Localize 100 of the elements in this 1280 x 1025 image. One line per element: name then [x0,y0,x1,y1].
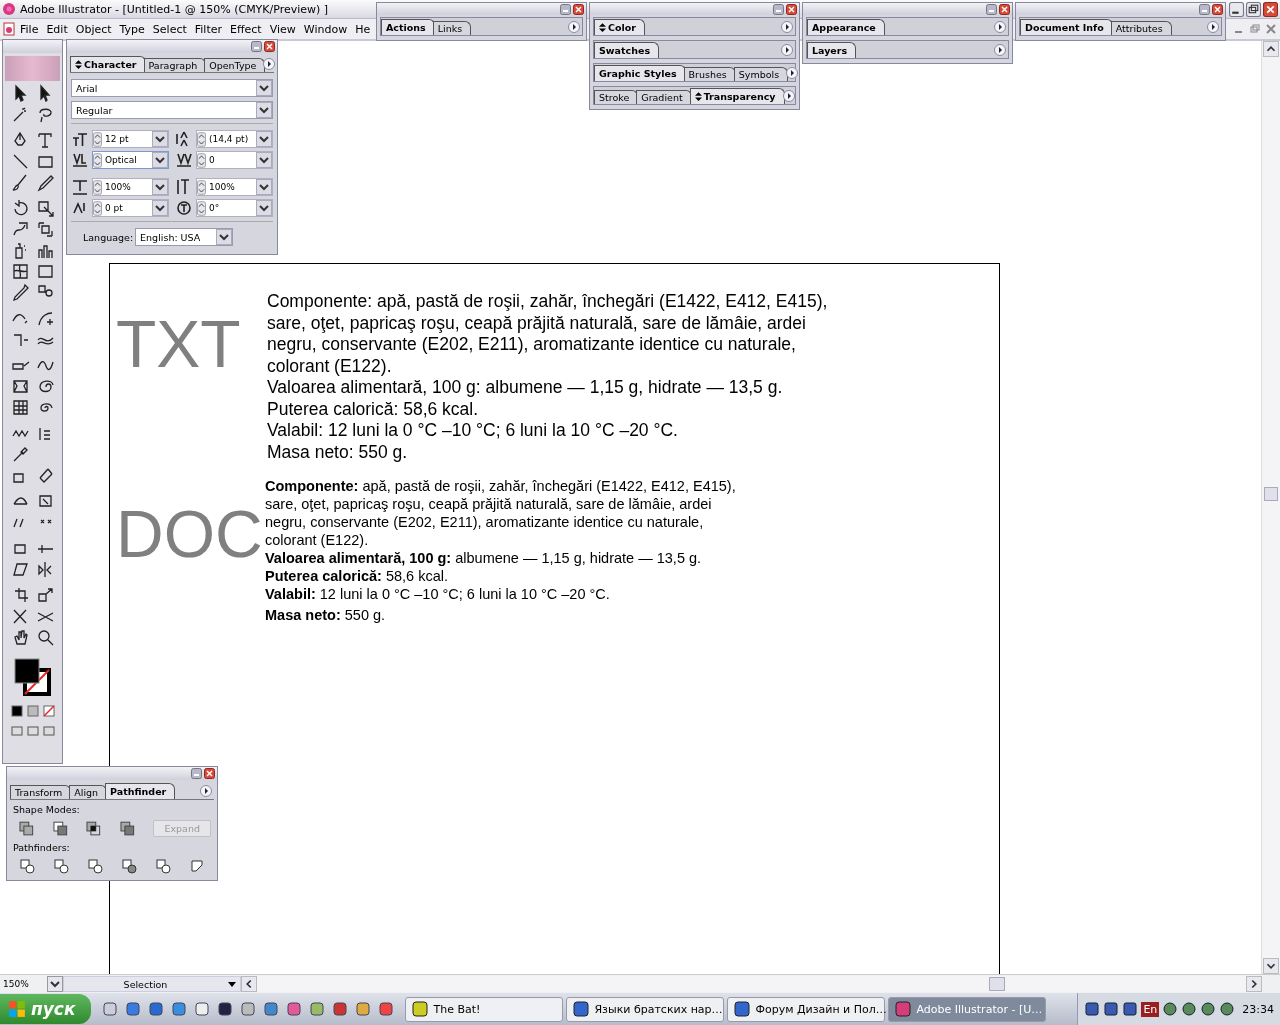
panel-tab[interactable]: Appearance [807,19,885,35]
intersect-shape-icon[interactable] [86,820,102,837]
grid-icon[interactable] [10,398,30,417]
font-style-dropdown[interactable]: Regular [71,101,273,119]
scroll-left-icon[interactable] [241,976,257,992]
panel-tab[interactable]: Gradient [636,90,692,104]
close-icon[interactable] [999,3,1010,15]
taskbar-button[interactable]: Форум Дизайн и Пол… [727,996,886,1022]
leading-field[interactable]: (14,4 pt) [196,130,273,148]
font-family-dropdown[interactable]: Arial [71,79,273,97]
restore-icon[interactable] [1246,1,1261,17]
panel-menu-icon[interactable] [781,21,793,33]
menu-item[interactable]: Window [299,22,352,36]
zoom-icon[interactable] [35,628,55,647]
scroll-right-icon[interactable] [1246,976,1262,992]
panel-tab[interactable]: Graphic Styles [594,65,686,81]
pencil-icon[interactable] [35,173,55,192]
document-icon[interactable] [2,22,16,36]
menu-item[interactable]: File [16,22,43,36]
panel-menu-icon[interactable] [200,785,212,797]
kerning-field[interactable]: Optical [92,151,169,169]
panel-menu-icon[interactable] [994,44,1006,56]
panel-tab[interactable]: Layers [807,42,857,58]
menu-item[interactable]: He [351,22,375,36]
menu-item[interactable]: View [265,22,300,36]
minimize-icon[interactable] [986,3,997,15]
caret-icon[interactable] [47,976,63,992]
scale-icon[interactable] [35,199,55,218]
merge-icon[interactable] [87,858,103,874]
exclude-shape-icon[interactable] [119,820,136,837]
spinner-icon[interactable] [93,152,102,168]
panel-menu-icon[interactable] [1207,21,1219,33]
taskbar-button[interactable]: Языки братских нар… [566,996,725,1022]
panel-menu-icon[interactable] [786,67,799,79]
menu-item[interactable]: Select [148,22,191,36]
vertical-scale-field[interactable]: 100% [196,178,273,196]
panel-tab[interactable]: Stroke [594,90,639,104]
panel-menu-icon[interactable] [263,58,276,70]
panel-tab[interactable]: Paragraph [143,58,207,72]
minimize-icon[interactable] [773,3,784,15]
spinner-icon[interactable] [197,179,206,195]
zoom-field[interactable]: 150% [0,979,47,989]
panel-tab[interactable]: Transform [10,785,72,799]
menu-item[interactable]: Object [71,22,116,36]
panel-menu-icon[interactable] [568,21,580,33]
spinner-icon[interactable] [93,179,102,195]
panel-tab[interactable]: Symbols [733,67,789,81]
horizontal-scale-field[interactable]: 100% [92,178,169,196]
spinner-icon[interactable] [93,131,102,147]
menu-item[interactable]: Effect [226,22,266,36]
panel-tab[interactable]: Pathfinder [105,783,176,799]
vertical-scrollbar[interactable] [1261,41,1280,974]
scroll-down-icon[interactable] [1263,958,1279,974]
spinner-icon[interactable] [197,200,206,216]
menu-item[interactable]: Edit [42,22,72,36]
menu-item[interactable]: Filter [190,22,226,36]
font-size-field[interactable]: 12 pt [92,130,169,148]
close-icon[interactable] [204,768,215,779]
add-shape-icon[interactable] [19,820,35,837]
close-icon[interactable] [1212,3,1223,15]
panel-menu-icon[interactable] [782,90,795,102]
close-icon[interactable] [573,3,584,15]
panel-tab[interactable]: Attributes [1110,21,1172,35]
shear-icon[interactable] [10,560,30,579]
minimize-icon[interactable] [251,41,262,52]
panel-tab[interactable]: Character [70,56,146,72]
scroll-thumb[interactable] [988,977,1005,991]
eyedropper-icon[interactable] [10,283,30,302]
screen-mode-icon[interactable] [10,725,23,737]
minimize-icon[interactable] [1229,1,1244,17]
panel-tab[interactable]: OpenType [204,58,266,72]
panel-tab[interactable]: Document Info [1020,19,1113,35]
free-transform-icon[interactable] [35,220,55,239]
tracking-field[interactable]: 0 [196,151,273,169]
subtract-shape-icon[interactable] [52,820,69,837]
crop-icon[interactable] [121,858,137,874]
language-dropdown[interactable]: English: USA [135,228,234,246]
scroll-up-icon[interactable] [1263,41,1279,57]
trim-icon[interactable] [53,858,69,874]
minimize-icon[interactable] [560,3,571,15]
scroll-thumb[interactable] [1264,487,1278,501]
panel-tab[interactable]: Links [432,21,472,35]
panel-tab[interactable]: Swatches [594,42,660,58]
minimize-icon[interactable] [191,768,202,779]
panel-tab[interactable]: Color [594,19,645,35]
screen-mode-icon[interactable] [42,725,55,737]
minimize-icon[interactable] [1199,3,1210,15]
panel-tab[interactable]: Align [69,785,108,799]
minus-back-icon[interactable] [189,858,205,874]
outline-icon[interactable] [155,858,171,874]
gradient-icon[interactable] [35,262,55,281]
horizontal-scrollbar[interactable] [241,976,1262,992]
resize-icon[interactable] [35,586,55,605]
spinner-icon[interactable] [197,152,206,168]
language-indicator[interactable]: En [1141,1001,1160,1017]
envelope-icon[interactable] [10,377,30,396]
spinner-icon[interactable] [93,200,102,216]
baseline-shift-field[interactable]: 0 pt [92,199,169,217]
panel-menu-icon[interactable] [994,21,1006,33]
panel-tab[interactable]: Actions [381,19,435,35]
